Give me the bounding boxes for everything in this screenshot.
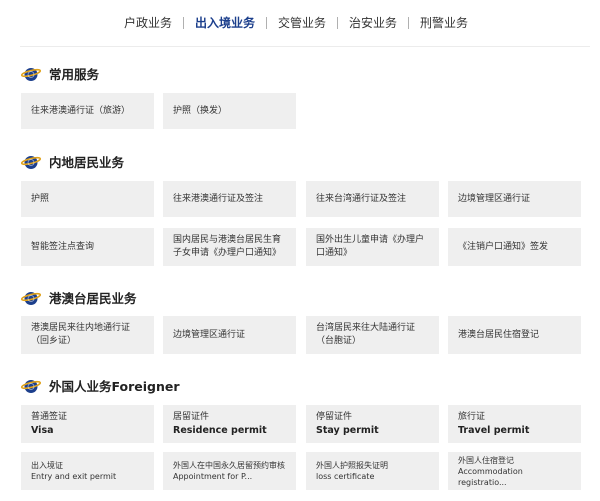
tab-exit-entry[interactable]: 出入境业务 xyxy=(184,15,266,31)
service-card[interactable]: 港澳居民来往内地通行证（回乡证） xyxy=(21,316,154,354)
card-label-zh: 外国人护照报失证明 xyxy=(316,461,388,470)
section-foreigner-title: 外国人业务Foreigner xyxy=(21,376,180,395)
card-label: 港澳台居民住宿登记 xyxy=(458,329,540,340)
globe-emblem-icon xyxy=(21,379,41,393)
service-card[interactable]: 护照 xyxy=(21,181,154,217)
card-label: 护照 xyxy=(31,193,50,204)
card-label: 边境管理区通行证 xyxy=(173,329,246,340)
section-hkmt-title: 港澳台居民业务 xyxy=(21,288,137,307)
card-label-zh: 出入境证 xyxy=(31,461,63,470)
service-card[interactable]: 港澳台居民住宿登记 xyxy=(448,316,581,354)
tab-traffic[interactable]: 交管业务 xyxy=(267,15,337,31)
section-common-title: 常用服务 xyxy=(21,64,99,83)
tabs-divider xyxy=(20,46,590,47)
card-label-zh: 外国人住宿登记 xyxy=(458,455,514,465)
card-label: 边境管理区通行证 xyxy=(458,193,531,204)
card-label-en: Visa xyxy=(31,425,54,436)
card-label-en: Stay permit xyxy=(316,425,379,436)
card-label: 往来港澳通行证（旅游） xyxy=(31,105,131,116)
card-label: 国内居民与港澳台居民生育子女申请《办理户口通知》 xyxy=(173,235,282,258)
service-card[interactable]: 往来港澳通行证（旅游） xyxy=(21,93,154,129)
service-card[interactable]: 边境管理区通行证 xyxy=(163,316,296,354)
card-label-en: Entry and exit permit xyxy=(31,472,117,481)
globe-emblem-icon xyxy=(21,291,41,305)
card-label-en: Residence permit xyxy=(173,425,267,436)
service-card[interactable]: 外国人住宿登记 Accommodation registratio... xyxy=(448,452,581,490)
section-label: 外国人业务Foreigner xyxy=(49,379,180,394)
service-card[interactable]: 台湾居民来往大陆通行证（台胞证） xyxy=(306,316,439,354)
card-label: 《注销户口通知》签发 xyxy=(458,241,549,252)
service-card[interactable]: 往来台湾通行证及签注 xyxy=(306,181,439,217)
globe-emblem-icon xyxy=(21,67,41,81)
service-card[interactable]: 停留证件 Stay permit xyxy=(306,405,439,443)
card-label-en: Appointment for P... xyxy=(173,472,253,481)
card-label-zh: 居留证件 xyxy=(173,412,210,422)
service-category-tabs: 户政业务 出入境业务 交管业务 治安业务 刑警业务 xyxy=(0,0,600,46)
card-label: 台湾居民来往大陆通行证（台胞证） xyxy=(316,323,416,346)
service-card[interactable]: 国外出生儿童申请《办理户口通知》 xyxy=(306,228,439,266)
service-card[interactable]: 外国人护照报失证明 loss certificate xyxy=(306,452,439,490)
service-card[interactable]: 外国人在中国永久居留预约审核 Appointment for P... xyxy=(163,452,296,490)
card-label: 护照（换发） xyxy=(173,105,228,116)
card-label: 往来台湾通行证及签注 xyxy=(316,193,407,204)
card-label-en: Travel permit xyxy=(458,425,530,436)
card-label: 往来港澳通行证及签注 xyxy=(173,193,264,204)
service-card[interactable]: 国内居民与港澳台居民生育子女申请《办理户口通知》 xyxy=(163,228,296,266)
card-label-en: Accommodation registratio... xyxy=(458,466,523,487)
service-card[interactable]: 往来港澳通行证及签注 xyxy=(163,181,296,217)
service-card[interactable]: 智能签注点查询 xyxy=(21,228,154,266)
section-label: 常用服务 xyxy=(49,67,100,82)
section-mainland-title: 内地居民业务 xyxy=(21,152,124,171)
card-label: 智能签注点查询 xyxy=(31,241,95,252)
card-label-zh: 外国人在中国永久居留预约审核 xyxy=(173,461,285,470)
service-card[interactable]: 普通签证 Visa xyxy=(21,405,154,443)
tab-household[interactable]: 户政业务 xyxy=(113,15,183,31)
service-card[interactable]: 居留证件 Residence permit xyxy=(163,405,296,443)
service-card[interactable]: 旅行证 Travel permit xyxy=(448,405,581,443)
tab-criminal[interactable]: 刑警业务 xyxy=(409,15,479,31)
service-card[interactable]: 出入境证 Entry and exit permit xyxy=(21,452,154,490)
card-label-zh: 旅行证 xyxy=(458,412,486,422)
tab-public-security[interactable]: 治安业务 xyxy=(338,15,408,31)
card-label-zh: 普通签证 xyxy=(31,412,68,422)
service-card[interactable]: 《注销户口通知》签发 xyxy=(448,228,581,266)
section-label: 内地居民业务 xyxy=(49,155,125,170)
service-card[interactable]: 护照（换发） xyxy=(163,93,296,129)
service-card[interactable]: 边境管理区通行证 xyxy=(448,181,581,217)
card-label: 国外出生儿童申请《办理户口通知》 xyxy=(316,235,425,258)
section-label: 港澳台居民业务 xyxy=(49,291,137,306)
card-label-zh: 停留证件 xyxy=(316,412,353,422)
card-label-en: loss certificate xyxy=(316,472,375,481)
globe-emblem-icon xyxy=(21,155,41,169)
tabs-row: 户政业务 出入境业务 交管业务 治安业务 刑警业务 xyxy=(113,15,479,31)
card-label: 港澳居民来往内地通行证（回乡证） xyxy=(31,323,131,346)
